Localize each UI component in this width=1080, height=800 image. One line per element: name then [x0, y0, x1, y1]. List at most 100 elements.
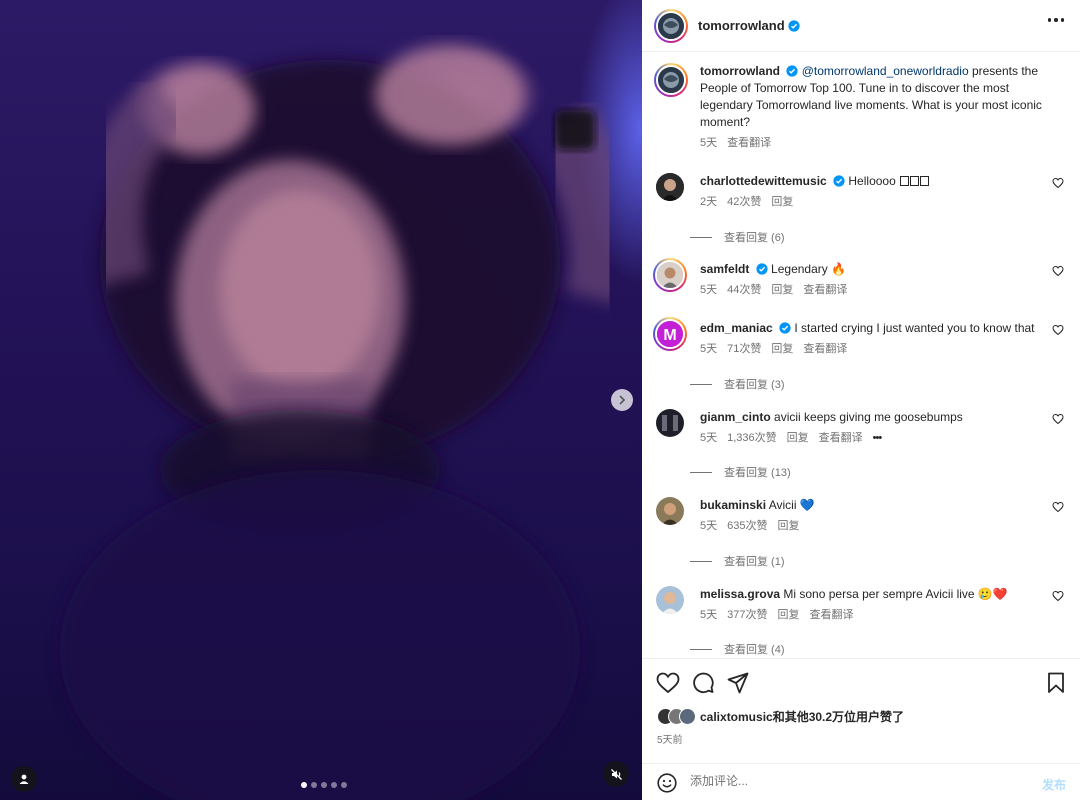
user-photo-icon [656, 173, 684, 201]
comment-username[interactable]: melissa.grova [700, 587, 780, 601]
comment-username[interactable]: gianm_cinto [700, 410, 771, 424]
like-comment-heart-icon[interactable] [1052, 324, 1064, 336]
like-comment-heart-icon[interactable] [1052, 501, 1064, 513]
see-translation-button[interactable]: 查看翻译 [803, 282, 847, 299]
avatar[interactable]: M [653, 317, 687, 351]
user-photo-icon [657, 262, 683, 288]
comment-text: I started crying I just wanted you to kn… [794, 321, 1035, 335]
see-translation-button[interactable]: 查看翻译 [819, 430, 863, 447]
comment-time[interactable]: 5天 [700, 518, 717, 535]
see-translation-button[interactable]: 查看翻译 [727, 135, 771, 152]
save-bookmark-icon[interactable] [1047, 672, 1065, 694]
replies-divider [690, 560, 712, 562]
next-slide-button[interactable] [611, 389, 633, 411]
post-side-panel: tomorrowland tomorrowland @tomorrowland_… [642, 0, 1080, 800]
comment-input[interactable] [690, 774, 1010, 788]
caption-mention-link[interactable]: @tomorrowland_oneworldradio [802, 64, 969, 78]
comment-username[interactable]: charlottedewittemusic [700, 174, 827, 188]
comment-time[interactable]: 5天 [700, 341, 717, 358]
comment-time[interactable]: 5天 [700, 607, 717, 624]
comment-text: Legendary [771, 262, 832, 276]
caption-username[interactable]: tomorrowland [700, 64, 780, 78]
like-comment-heart-icon[interactable] [1052, 177, 1064, 189]
like-comment-heart-icon[interactable] [1052, 590, 1064, 602]
comment-time[interactable]: 5天 [700, 430, 717, 447]
reply-button[interactable]: 回复 [771, 194, 793, 211]
user-photo-icon [656, 409, 684, 437]
reply-button[interactable]: 回复 [777, 518, 799, 535]
reply-button[interactable]: 回复 [777, 607, 799, 624]
comment-likes[interactable]: 71次赞 [727, 341, 761, 358]
view-replies-button[interactable]: 查看回复 (1) [690, 553, 785, 569]
reply-button[interactable]: 回复 [771, 282, 793, 299]
tagged-users-button[interactable] [11, 766, 37, 792]
post-comment-button[interactable]: 发布 [1042, 776, 1066, 793]
view-replies-label[interactable]: 查看回复 (13) [724, 464, 791, 480]
view-replies-button[interactable]: 查看回复 (6) [690, 229, 785, 245]
comment-likes[interactable]: 1,336次赞 [727, 430, 777, 447]
comment-time[interactable]: 2天 [700, 194, 717, 211]
avatar[interactable] [654, 8, 688, 43]
svg-text:M: M [663, 327, 676, 344]
blue-heart-emoji-icon: 💙 [799, 498, 815, 512]
caption-time[interactable]: 5天 [700, 135, 717, 152]
comment-likes[interactable]: 42次赞 [727, 194, 761, 211]
slide-dot [301, 782, 307, 788]
comment-time[interactable]: 5天 [700, 282, 717, 299]
reply-button[interactable]: 回复 [771, 341, 793, 358]
tomorrowland-logo-icon [658, 12, 684, 39]
comment-username[interactable]: samfeldt [700, 262, 749, 276]
comment-text: Mi sono persa per sempre Avicii live [783, 587, 978, 601]
view-replies-label[interactable]: 查看回复 (4) [724, 641, 785, 657]
comment-username[interactable]: bukaminski [700, 498, 766, 512]
mute-button[interactable] [603, 761, 629, 787]
share-paper-plane-icon[interactable] [727, 672, 749, 694]
avatar[interactable] [656, 409, 684, 437]
verified-badge-icon [788, 19, 800, 32]
view-replies-button[interactable]: 查看回复 (13) [690, 464, 791, 480]
likes-text[interactable]: calixtomusic和其他30.2万位用户赞了 [700, 708, 904, 725]
comment-options-button[interactable]: ••• [873, 430, 883, 447]
view-replies-label[interactable]: 查看回复 (6) [724, 229, 785, 245]
post-time[interactable]: 5天前 [657, 731, 683, 746]
comment-username[interactable]: edm_maniac [700, 321, 773, 335]
comment-likes[interactable]: 377次赞 [727, 607, 767, 624]
emoji-icon: 🥲❤️ [977, 587, 1008, 601]
comment-likes[interactable]: 44次赞 [727, 282, 761, 299]
speaker-muted-icon [610, 768, 622, 780]
comment-bubble-icon[interactable] [692, 672, 714, 694]
avatar[interactable] [656, 173, 684, 201]
avatar[interactable] [654, 63, 688, 97]
view-replies-button[interactable]: 查看回复 (4) [690, 641, 785, 657]
view-replies-label[interactable]: 查看回复 (3) [724, 376, 785, 392]
fire-emoji-icon: 🔥 [831, 262, 847, 276]
verified-badge-icon [779, 322, 791, 334]
see-translation-button[interactable]: 查看翻译 [809, 607, 853, 624]
unsupported-emoji-icon [910, 176, 920, 186]
comments-list[interactable]: tomorrowland @tomorrowland_oneworldradio… [642, 53, 1080, 658]
view-replies-label[interactable]: 查看回复 (1) [724, 553, 785, 569]
verified-badge-icon [786, 65, 798, 77]
header-username[interactable]: tomorrowland [698, 18, 785, 33]
reply-button[interactable]: 回复 [787, 430, 809, 447]
more-options-button[interactable] [1047, 18, 1064, 22]
avatar[interactable] [656, 586, 684, 614]
comment-likes[interactable]: 635次赞 [727, 518, 767, 535]
post-media[interactable] [0, 0, 642, 800]
avatar[interactable] [653, 258, 687, 292]
like-comment-heart-icon[interactable] [1052, 413, 1064, 425]
avatar[interactable] [656, 497, 684, 525]
add-comment-box: 发布 [642, 763, 1080, 800]
view-replies-button[interactable]: 查看回复 (3) [690, 376, 785, 392]
edm-maniac-logo-icon: M [657, 321, 683, 347]
like-comment-heart-icon[interactable] [1052, 265, 1064, 277]
replies-divider [690, 648, 712, 650]
like-heart-icon[interactable] [656, 672, 680, 694]
tomorrowland-logo-icon [658, 67, 684, 93]
emoji-smiley-icon[interactable] [657, 773, 677, 793]
verified-badge-icon [833, 175, 845, 187]
unsupported-emoji-icon [920, 176, 930, 186]
slide-dot [331, 782, 337, 788]
see-translation-button[interactable]: 查看翻译 [803, 341, 847, 358]
likes-summary[interactable]: calixtomusic和其他30.2万位用户赞了 [657, 708, 904, 725]
